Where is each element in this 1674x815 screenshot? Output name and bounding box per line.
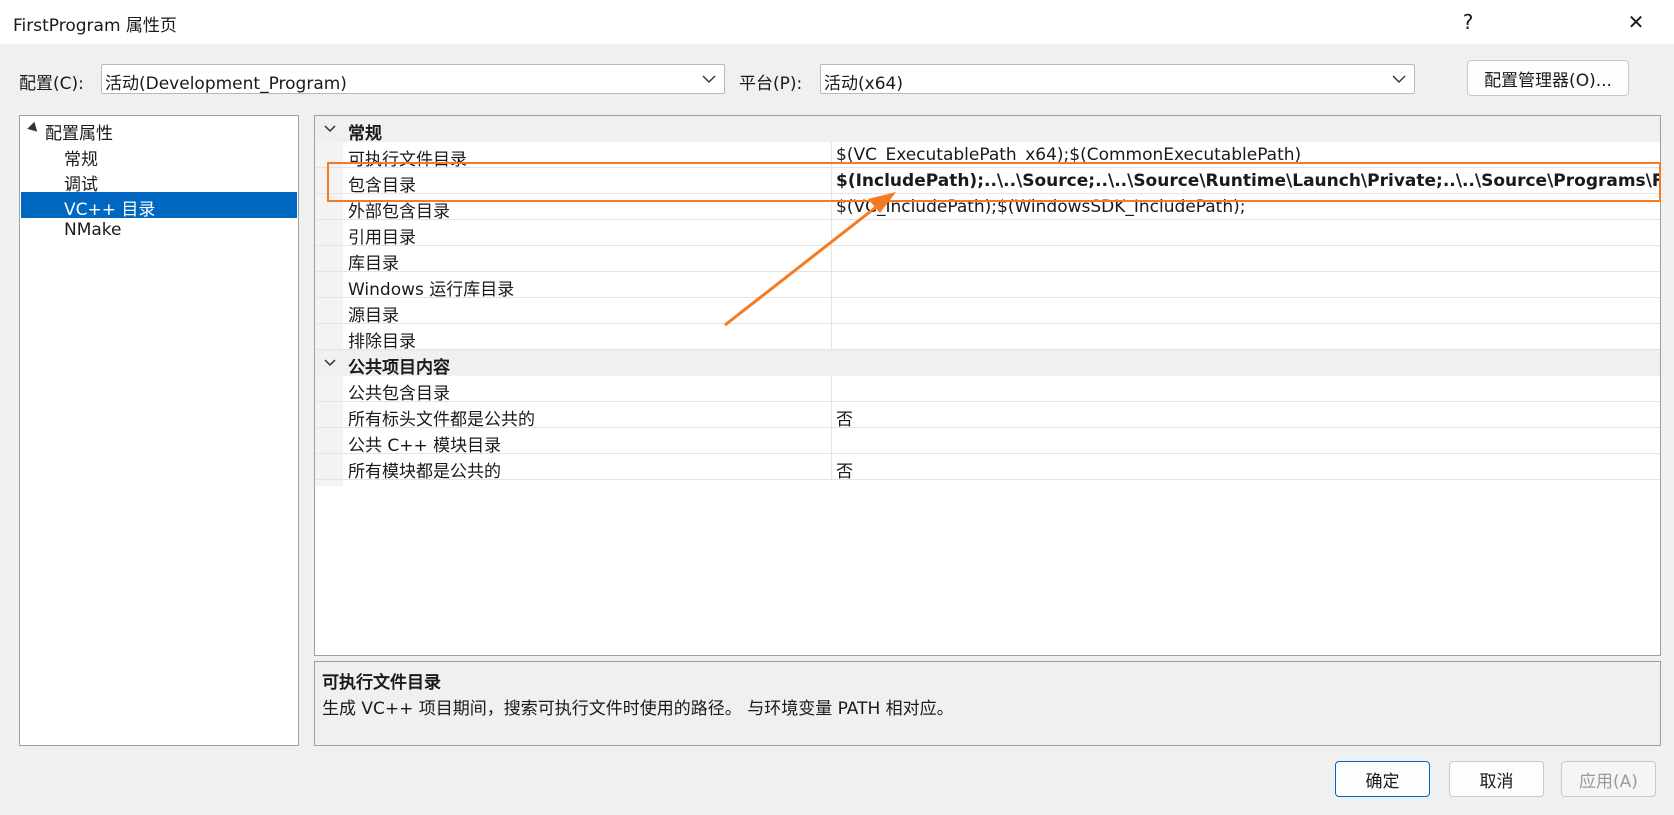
close-icon: ✕ — [1627, 10, 1645, 34]
config-dropdown[interactable]: 活动(Development_Program) — [101, 64, 725, 94]
column-divider — [831, 168, 832, 194]
property-row[interactable]: 源目录 — [315, 298, 1660, 326]
config-label: 配置(C): — [19, 74, 84, 94]
property-name: 公共 C++ 模块目录 — [348, 436, 502, 456]
property-value: $(IncludePath);..\..\Source;..\..\Source… — [836, 171, 1661, 191]
property-row[interactable]: 公共 C++ 模块目录 — [315, 428, 1660, 456]
property-row[interactable]: Windows 运行库目录 — [315, 272, 1660, 300]
column-divider — [831, 454, 832, 480]
property-row[interactable]: 外部包含目录 $(VC_IncludePath);$(WindowsSDK_In… — [315, 194, 1660, 222]
expanded-triangle-icon — [27, 121, 41, 136]
column-divider — [831, 272, 832, 298]
property-pages-dialog: FirstProgram 属性页 ? ✕ 配置(C): 活动(Developme… — [0, 0, 1674, 815]
description-text: 生成 VC++ 项目期间，搜索可执行文件时使用的路径。 与环境变量 PATH 相… — [322, 699, 954, 719]
help-button[interactable]: ? — [1446, 6, 1490, 38]
description-panel: 可执行文件目录 生成 VC++ 项目期间，搜索可执行文件时使用的路径。 与环境变… — [314, 661, 1661, 746]
apply-button[interactable]: 应用(A) — [1561, 761, 1656, 797]
close-button[interactable]: ✕ — [1614, 6, 1658, 38]
column-divider — [831, 220, 832, 246]
category-public-project-content[interactable]: 公共项目内容 — [315, 350, 1660, 378]
column-divider — [831, 142, 832, 168]
config-value: 活动(Development_Program) — [105, 74, 347, 94]
property-name: 可执行文件目录 — [348, 150, 467, 170]
description-title: 可执行文件目录 — [322, 673, 441, 693]
property-value: $(VC_IncludePath);$(WindowsSDK_IncludePa… — [836, 197, 1246, 217]
column-divider — [831, 428, 832, 454]
chevron-down-icon — [1392, 75, 1406, 83]
property-row[interactable]: 所有标头文件都是公共的 否 — [315, 402, 1660, 430]
property-tree: 配置属性 常规 调试 VC++ 目录 NMake — [19, 115, 299, 746]
column-divider — [831, 402, 832, 428]
platform-label: 平台(P): — [739, 74, 803, 94]
property-grid: 常规 可执行文件目录 $(VC_ExecutablePath_x64);$(Co… — [314, 115, 1661, 656]
property-name: 外部包含目录 — [348, 202, 450, 222]
tree-item-debugging[interactable]: 调试 — [21, 167, 297, 195]
help-icon: ? — [1462, 10, 1474, 34]
property-row[interactable]: 可执行文件目录 $(VC_ExecutablePath_x64);$(Commo… — [315, 142, 1660, 170]
title-bar: FirstProgram 属性页 ? ✕ — [0, 0, 1674, 44]
property-value: 否 — [836, 462, 853, 482]
tree-item-config-properties[interactable]: 配置属性 — [21, 116, 297, 144]
column-divider — [831, 246, 832, 272]
property-row[interactable]: 所有模块都是公共的 否 — [315, 454, 1660, 482]
property-name: 所有模块都是公共的 — [348, 462, 501, 482]
column-divider — [831, 324, 832, 350]
window-title: FirstProgram 属性页 — [13, 16, 177, 36]
property-name: 包含目录 — [348, 176, 416, 196]
property-name: 所有标头文件都是公共的 — [348, 410, 535, 430]
property-name: 排除目录 — [348, 332, 416, 352]
category-general[interactable]: 常规 — [315, 116, 1660, 144]
platform-dropdown[interactable]: 活动(x64) — [820, 64, 1415, 94]
platform-value: 活动(x64) — [824, 74, 903, 94]
property-name: 库目录 — [348, 254, 399, 274]
property-row[interactable]: 库目录 — [315, 246, 1660, 274]
chevron-down-icon — [324, 125, 336, 133]
property-value: $(VC_ExecutablePath_x64);$(CommonExecuta… — [836, 145, 1302, 165]
chevron-down-icon — [324, 359, 336, 367]
property-row[interactable]: 排除目录 — [315, 324, 1660, 352]
config-manager-button[interactable]: 配置管理器(O)... — [1467, 60, 1629, 96]
category-label: 公共项目内容 — [348, 358, 450, 378]
column-divider — [831, 298, 832, 324]
property-name: Windows 运行库目录 — [348, 280, 515, 300]
property-value: 否 — [836, 410, 853, 430]
category-label: 常规 — [348, 124, 382, 144]
property-row[interactable]: 公共包含目录 — [315, 376, 1660, 404]
ok-button[interactable]: 确定 — [1335, 761, 1430, 797]
column-divider — [831, 194, 832, 220]
chevron-down-icon — [702, 75, 716, 83]
column-divider — [831, 376, 832, 402]
property-name: 引用目录 — [348, 228, 416, 248]
property-name: 公共包含目录 — [348, 384, 450, 404]
tree-item-nmake[interactable]: NMake — [21, 217, 297, 243]
property-row-include-dirs[interactable]: 包含目录 $(IncludePath);..\..\Source;..\..\S… — [315, 168, 1661, 196]
tree-item-label: 配置属性 — [45, 124, 113, 144]
tree-item-general[interactable]: 常规 — [21, 142, 297, 170]
cancel-button[interactable]: 取消 — [1449, 761, 1544, 797]
tree-item-label: NMake — [64, 220, 122, 240]
property-row[interactable]: 引用目录 — [315, 220, 1660, 248]
tree-item-vc-directories[interactable]: VC++ 目录 — [21, 192, 297, 220]
property-name: 源目录 — [348, 306, 399, 326]
